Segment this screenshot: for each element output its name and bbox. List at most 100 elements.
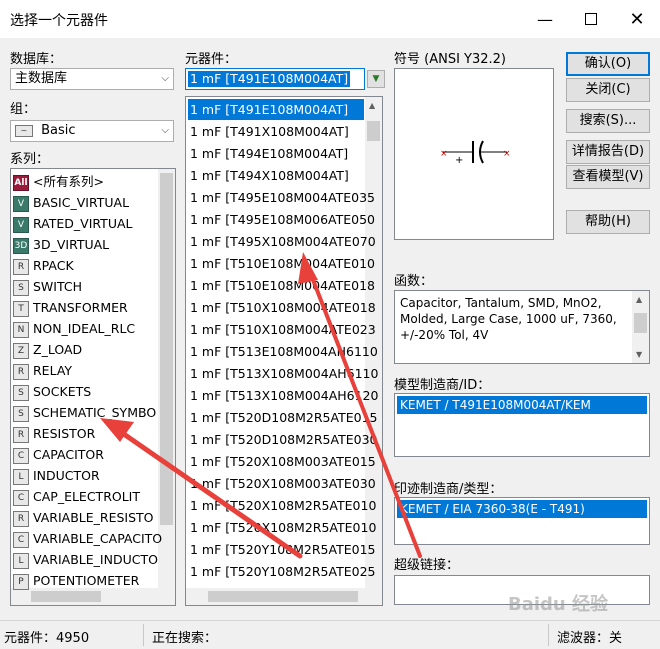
- family-item-label: INDUCTOR: [33, 468, 100, 483]
- window-title: 选择一个元器件: [10, 13, 108, 29]
- family-item-label: NON_IDEAL_RLC: [33, 321, 136, 336]
- family-item[interactable]: C CAP_ELECTROLIT: [13, 486, 140, 507]
- model-mfr-item[interactable]: KEMET / T491E108M004AT/KEM: [397, 396, 647, 414]
- chevron-down-icon: ⌵: [161, 125, 169, 136]
- family-item[interactable]: S SOCKETS: [13, 381, 91, 402]
- family-item-label: RELAY: [33, 363, 73, 378]
- family-item[interactable]: All <所有系列>: [13, 171, 104, 192]
- family-item[interactable]: P POTENTIOMETER: [13, 570, 139, 591]
- filter-button[interactable]: ▼: [367, 70, 385, 88]
- detail-report-button[interactable]: 详情报告(D): [566, 140, 650, 164]
- family-item[interactable]: L INDUCTOR: [13, 465, 100, 486]
- family-item-label: 3D_VIRTUAL: [33, 237, 110, 252]
- component-item[interactable]: 1 mF [T520X108M003ATE015: [188, 451, 376, 472]
- family-item[interactable]: T TRANSFORMER: [13, 297, 128, 318]
- component-item[interactable]: 1 mF [T494E108M004AT]: [188, 143, 364, 164]
- component-input-value: 1 mF [T491E108M004AT]: [188, 71, 351, 87]
- component-item[interactable]: 1 mF [T520X108M2R5ATE010: [188, 495, 376, 516]
- group-value: Basic: [41, 123, 76, 138]
- component-vscrollbar[interactable]: ▲: [365, 97, 382, 589]
- component-hscroll-thumb[interactable]: [208, 591, 358, 602]
- database-select[interactable]: 主数据库 ⌵: [10, 68, 174, 90]
- function-vscrollbar[interactable]: ▲ ▼: [632, 291, 649, 363]
- component-item[interactable]: 1 mF [T510X108M004ATE018: [188, 297, 376, 318]
- scroll-up-icon[interactable]: ▲: [636, 295, 642, 304]
- view-model-button[interactable]: 查看模型(V): [566, 165, 650, 189]
- status-bar: 元器件：4950 正在搜索： 滤波器：关: [0, 620, 660, 649]
- family-item[interactable]: 3D 3D_VIRTUAL: [13, 234, 109, 255]
- family-icon: R: [13, 363, 29, 380]
- family-item[interactable]: R RELAY: [13, 360, 72, 381]
- family-item[interactable]: N NON_IDEAL_RLC: [13, 318, 135, 339]
- search-button[interactable]: 搜索(S)...: [566, 109, 650, 133]
- component-item[interactable]: 1 mF [T510E108M004ATE018: [188, 275, 375, 296]
- family-vscroll-thumb[interactable]: [160, 173, 173, 525]
- group-select[interactable]: ~ Basic ⌵: [10, 120, 174, 142]
- family-item-label: CAP_ELECTROLIT: [33, 489, 141, 504]
- family-item[interactable]: S SWITCH: [13, 276, 82, 297]
- component-item[interactable]: 1 mF [T520Y108M2R5ATE025: [188, 561, 375, 582]
- family-item[interactable]: V BASIC_VIRTUAL: [13, 192, 129, 213]
- family-item[interactable]: L VARIABLE_INDUCTO: [13, 549, 158, 570]
- family-item[interactable]: R VARIABLE_RESISTO: [13, 507, 154, 528]
- component-hscrollbar[interactable]: [186, 588, 382, 605]
- family-item[interactable]: V RATED_VIRTUAL: [13, 213, 132, 234]
- family-item[interactable]: S SCHEMATIC_SYMBO: [13, 402, 156, 423]
- capacitor-symbol-icon: × × +: [440, 140, 511, 166]
- family-icon: All: [13, 174, 29, 191]
- function-vscroll-thumb[interactable]: [634, 313, 647, 333]
- status-divider: [548, 624, 549, 646]
- family-item-label: RPACK: [33, 258, 74, 273]
- family-vscrollbar[interactable]: [158, 169, 175, 589]
- family-icon: C: [13, 489, 29, 506]
- component-vscroll-thumb[interactable]: [367, 121, 380, 141]
- footprint-mfr-list[interactable]: KEMET / EIA 7360-38(E - T491): [394, 497, 650, 545]
- svg-text:×: ×: [440, 149, 448, 159]
- scroll-down-icon[interactable]: ▼: [636, 350, 642, 359]
- family-item[interactable]: C CAPACITOR: [13, 444, 104, 465]
- family-item[interactable]: Z Z_LOAD: [13, 339, 82, 360]
- component-item[interactable]: 1 mF [T510X108M004ATE023: [188, 319, 376, 340]
- minimize-button[interactable]: —: [522, 0, 568, 38]
- family-item[interactable]: C VARIABLE_CAPACITO: [13, 528, 162, 549]
- component-item[interactable]: 1 mF [T513E108M004AH6110: [188, 341, 378, 362]
- component-count: 元器件：4950: [4, 631, 90, 646]
- close-window-button[interactable]: ✕: [614, 0, 660, 38]
- component-item[interactable]: 1 mF [T520D108M2R5ATE030: [188, 429, 377, 450]
- component-item[interactable]: 1 mF [T520Y108M2R5ATE015: [188, 539, 375, 560]
- maximize-button[interactable]: [568, 0, 614, 38]
- family-item[interactable]: R RPACK: [13, 255, 74, 276]
- footprint-mfr-item[interactable]: KEMET / EIA 7360-38(E - T491): [397, 500, 647, 518]
- component-item[interactable]: 1 mF [T491X108M004AT]: [188, 121, 364, 142]
- family-item-label: RESISTOR: [33, 426, 96, 441]
- family-icon: L: [13, 468, 29, 485]
- model-mfr-list[interactable]: KEMET / T491E108M004AT/KEM: [394, 393, 650, 457]
- component-item[interactable]: 1 mF [T513X108M004AH6110: [188, 363, 378, 384]
- family-list[interactable]: All <所有系列> V BASIC_VIRTUAL V RATED_VIRTUAL 3D 3…: [10, 168, 176, 606]
- component-item[interactable]: 1 mF [T495X108M004ATE070: [188, 231, 376, 252]
- component-item[interactable]: 1 mF [T510E108M004ATE010: [188, 253, 375, 274]
- close-button[interactable]: 关闭(C): [566, 78, 650, 102]
- family-item-label: SOCKETS: [33, 384, 92, 399]
- component-item[interactable]: 1 mF [T513X108M004AH6120: [188, 385, 378, 406]
- component-item[interactable]: 1 mF [T495E108M006ATE050: [188, 209, 375, 230]
- component-search-input[interactable]: 1 mF [T491E108M004AT]: [185, 68, 365, 90]
- family-hscroll-thumb[interactable]: [31, 591, 101, 602]
- component-item[interactable]: 1 mF [T520X108M003ATE030: [188, 473, 376, 494]
- family-item-label: CAPACITOR: [33, 447, 104, 462]
- ok-button[interactable]: 确认(O): [566, 52, 650, 76]
- component-item[interactable]: 1 mF [T494X108M004AT]: [188, 165, 364, 186]
- scroll-up-icon[interactable]: ▲: [369, 101, 375, 110]
- family-item-label: Z_LOAD: [33, 342, 83, 357]
- component-item[interactable]: 1 mF [T520D108M2R5ATE015: [188, 407, 377, 428]
- help-button[interactable]: 帮助(H): [566, 210, 650, 234]
- function-box: Capacitor, Tantalum, SMD, MnO2, Molded, …: [394, 290, 650, 364]
- component-item[interactable]: 1 mF [T495E108M004ATE035: [188, 187, 375, 208]
- family-item-label: VARIABLE_INDUCTO: [33, 552, 158, 567]
- component-list[interactable]: ▲ 1 mF [T491E108M004AT] 1 mF [T491X108M00…: [185, 96, 383, 606]
- group-label: 组：: [10, 102, 37, 117]
- component-item[interactable]: 1 mF [T520X108M2R5ATE010: [188, 517, 376, 538]
- component-item[interactable]: 1 mF [T491E108M004AT]: [188, 99, 364, 120]
- family-item[interactable]: R RESISTOR: [13, 423, 95, 444]
- database-label: 数据库：: [10, 52, 63, 67]
